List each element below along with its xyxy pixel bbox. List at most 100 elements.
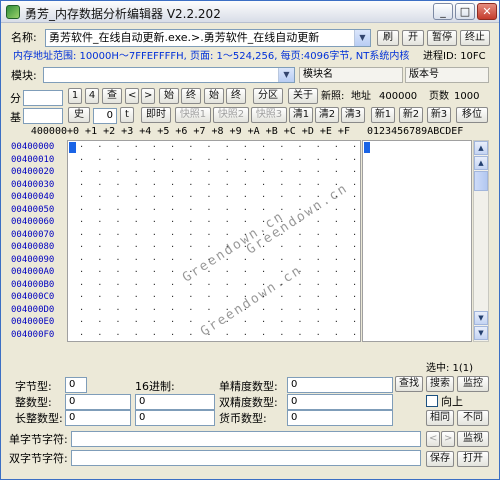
hex-cell[interactable]: . — [171, 239, 174, 250]
hex-cell[interactable]: . — [116, 227, 119, 238]
hex-cell[interactable]: . — [280, 164, 283, 175]
hex-cell[interactable]: . — [98, 302, 101, 313]
hex-cell[interactable]: . — [207, 227, 210, 238]
hex-cell[interactable]: . — [335, 214, 338, 225]
partition-button[interactable]: 分区 — [253, 88, 283, 104]
open-button[interactable]: 打开 — [457, 451, 489, 467]
hex-cell[interactable]: . — [262, 327, 265, 338]
hex-cell[interactable]: . — [244, 177, 247, 188]
ascii-grid[interactable] — [362, 140, 472, 342]
hex-cell[interactable]: . — [135, 239, 138, 250]
hex-cell[interactable]: . — [353, 277, 356, 288]
title-bar[interactable]: 勇芳_内存数据分析编辑器 V2.2.202 _ □ ✕ — [1, 1, 499, 23]
hex-cell[interactable]: . — [153, 227, 156, 238]
hex-cell[interactable]: . — [153, 164, 156, 175]
hex-cell[interactable]: . — [317, 141, 320, 150]
hex-cell[interactable]: . — [189, 327, 192, 338]
refresh-button[interactable]: 刷 — [377, 30, 399, 46]
hex-cell[interactable]: . — [298, 327, 301, 338]
hex-cell[interactable]: . — [135, 227, 138, 238]
hex-cell[interactable]: . — [98, 189, 101, 200]
hex-cell[interactable]: . — [244, 327, 247, 338]
hex-cell[interactable]: . — [80, 264, 83, 275]
start2-button[interactable]: 始 — [204, 88, 224, 104]
hex-cell[interactable]: . — [262, 189, 265, 200]
hex-cell[interactable]: . — [153, 314, 156, 325]
hex-cell[interactable]: . — [226, 214, 229, 225]
hex-cell[interactable]: . — [80, 289, 83, 300]
hex-grid[interactable]: ........................................… — [67, 140, 361, 342]
hex-cell[interactable]: . — [262, 314, 265, 325]
hex-cell[interactable]: . — [353, 227, 356, 238]
hex-cell[interactable]: . — [80, 239, 83, 250]
hex-cell[interactable]: . — [80, 202, 83, 213]
hex-cell[interactable]: . — [226, 289, 229, 300]
byte-field[interactable]: 0 — [65, 377, 87, 393]
hex-cell[interactable]: . — [171, 202, 174, 213]
shift-button[interactable]: 移位 — [456, 107, 488, 123]
t-button[interactable]: t — [120, 107, 134, 123]
hex-cell[interactable]: . — [317, 302, 320, 313]
hex-cell[interactable]: . — [98, 327, 101, 338]
hex-cell[interactable]: . — [207, 164, 210, 175]
module-combo[interactable]: ▼ — [43, 67, 295, 83]
hex-cell[interactable]: . — [262, 252, 265, 263]
find-button[interactable]: 查 — [102, 88, 122, 104]
hex-cell[interactable]: . — [280, 302, 283, 313]
hex-cell[interactable]: . — [317, 152, 320, 163]
scroll-down-icon[interactable]: ▼ — [474, 326, 488, 340]
hex-cell[interactable]: . — [317, 314, 320, 325]
hex-cell[interactable]: . — [189, 141, 192, 150]
hex-cell[interactable]: . — [280, 177, 283, 188]
hex-cell[interactable]: . — [189, 227, 192, 238]
hex-cell[interactable]: . — [207, 202, 210, 213]
hex-cell[interactable]: . — [135, 277, 138, 288]
hex-cell[interactable]: . — [171, 152, 174, 163]
new3-button[interactable]: 新3 — [427, 107, 451, 123]
prev-button[interactable]: < — [125, 88, 139, 104]
hex-cell[interactable]: . — [153, 177, 156, 188]
hex-cell[interactable]: . — [226, 141, 229, 150]
hex-cell[interactable]: . — [244, 214, 247, 225]
hex-cell[interactable]: . — [317, 289, 320, 300]
hex-cell[interactable]: . — [171, 141, 174, 150]
hex-cell[interactable]: . — [171, 277, 174, 288]
hex-cell[interactable]: . — [335, 164, 338, 175]
hex-cell[interactable]: . — [207, 289, 210, 300]
hex-cell[interactable]: . — [153, 302, 156, 313]
snapshot1-button[interactable]: 快照1 — [175, 107, 211, 123]
hex-cell[interactable]: . — [226, 227, 229, 238]
hex-cell[interactable]: . — [317, 214, 320, 225]
hex-cell[interactable]: . — [298, 152, 301, 163]
double-byte-string-field[interactable] — [71, 450, 421, 466]
hex-cell[interactable]: . — [80, 177, 83, 188]
clear3-button[interactable]: 清3 — [341, 107, 365, 123]
hex-cell[interactable]: . — [335, 314, 338, 325]
fen-input[interactable] — [23, 90, 63, 106]
hex-cell[interactable]: . — [116, 239, 119, 250]
next-button[interactable]: > — [141, 88, 155, 104]
hex-cell[interactable]: . — [280, 152, 283, 163]
hex-cell[interactable]: . — [189, 189, 192, 200]
hex-cell[interactable]: . — [317, 277, 320, 288]
minimize-button[interactable]: _ — [433, 3, 453, 20]
process-combo[interactable]: 勇芳软件_在线自动更新.exe.>.勇芳软件_在线自动更新 ▼ — [45, 29, 371, 47]
hex-cell[interactable]: . — [171, 214, 174, 225]
hex-cell[interactable]: . — [335, 252, 338, 263]
hex-cell[interactable]: . — [298, 177, 301, 188]
hex-cell[interactable]: . — [335, 327, 338, 338]
snapshot2-button[interactable]: 快照2 — [213, 107, 249, 123]
hex-cell[interactable]: . — [98, 289, 101, 300]
hex-cell[interactable]: . — [98, 141, 101, 150]
hex-cell[interactable]: . — [244, 264, 247, 275]
hex-cell[interactable]: . — [262, 141, 265, 150]
hex-cell[interactable]: . — [189, 252, 192, 263]
hex-cell[interactable]: . — [98, 264, 101, 275]
hex-cell[interactable]: . — [98, 214, 101, 225]
start-button[interactable]: 始 — [159, 88, 179, 104]
hex-cell[interactable]: . — [353, 152, 356, 163]
hex-cell[interactable]: . — [171, 314, 174, 325]
hex-cell[interactable]: . — [280, 189, 283, 200]
hex-cell[interactable]: . — [171, 177, 174, 188]
hex-cell[interactable]: . — [135, 264, 138, 275]
